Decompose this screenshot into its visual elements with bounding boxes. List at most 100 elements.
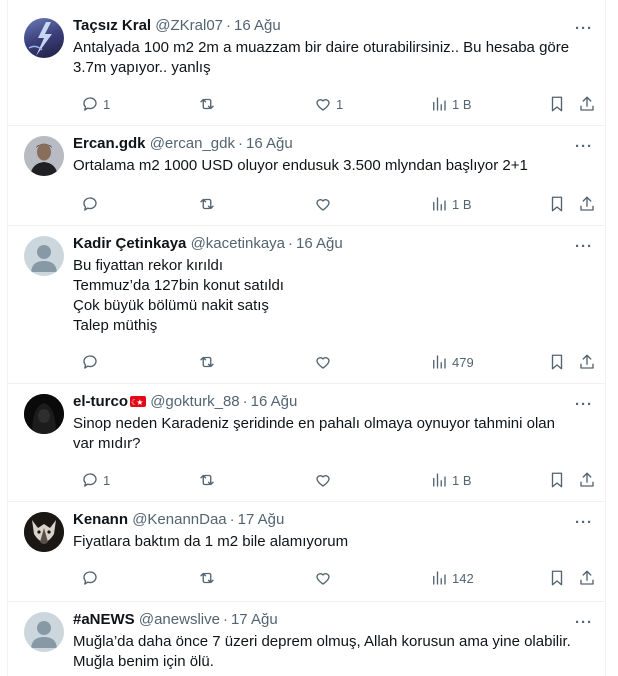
like-button[interactable] (314, 470, 336, 490)
views-button[interactable]: 1 B (430, 94, 472, 114)
author-name[interactable]: Kadir Çetinkaya (73, 235, 186, 252)
repost-icon (200, 474, 214, 486)
tweet-date[interactable]: 16 Ağu (246, 135, 293, 152)
tweet-text: Muğla’da daha önce 7 üzeri deprem olmuş,… (73, 632, 598, 672)
reply-button[interactable] (81, 568, 103, 588)
reply-button[interactable] (81, 194, 103, 214)
tweet-text-line: Muğla benim için ölü. (73, 653, 214, 670)
reply-count: 1 (103, 472, 111, 488)
default-avatar-image (31, 621, 57, 648)
like-count: 1 (336, 96, 344, 112)
like-button[interactable] (314, 568, 336, 588)
tweet-date[interactable]: 17 Ağu (238, 511, 285, 528)
like-button[interactable] (314, 194, 336, 214)
repost-button[interactable] (198, 194, 216, 214)
author-name[interactable]: Ercan.gdk (73, 135, 146, 152)
like-button[interactable] (314, 352, 336, 372)
more-options-icon[interactable]: ··· (575, 396, 593, 413)
author-handle[interactable]: @KenannDaa (132, 511, 226, 528)
bookmark-button[interactable] (548, 470, 566, 490)
repost-button[interactable] (198, 94, 216, 114)
share-button[interactable] (578, 470, 596, 490)
bookmark-icon (551, 570, 563, 586)
bookmark-button[interactable] (548, 352, 566, 372)
author-handle[interactable]: @gokturk_88 (150, 393, 239, 410)
timeline-column: Taçsız Kral @ZKral07 · 16 Ağu Antalyada 10… (7, 0, 606, 676)
avatar[interactable] (24, 512, 64, 552)
author-handle[interactable]: @ZKral07 (155, 17, 223, 34)
author-name[interactable]: Taçsız Kral (73, 17, 151, 34)
reply-icon (83, 197, 97, 211)
bookmark-button[interactable] (548, 568, 566, 588)
tweet-text: Sinop neden Karadeniz şeridinde en pahal… (73, 414, 598, 454)
like-button[interactable]: 1 (314, 94, 343, 114)
tweet[interactable]: Taçsız Kral @ZKral07 · 16 Ağu Antalyada 10… (8, 8, 605, 126)
reply-button[interactable] (81, 352, 103, 372)
tweet[interactable]: Kadir Çetinkaya @kacetinkaya · 16 Ağu Bu f… (8, 226, 605, 384)
views-button[interactable]: 142 (430, 568, 474, 588)
heart-icon (316, 573, 330, 585)
share-icon (580, 472, 594, 487)
view-count: 479 (452, 354, 474, 370)
tweet-date[interactable]: 17 Ağu (231, 611, 278, 628)
reply-button[interactable]: 1 (81, 470, 110, 490)
repost-button[interactable] (198, 470, 216, 490)
heart-icon (316, 357, 330, 369)
author-name[interactable]: Kenann (73, 511, 128, 528)
reply-icon (83, 97, 97, 111)
share-button[interactable] (578, 94, 596, 114)
tweet-text-line: Bu fiyattan rekor kırıldı (73, 257, 224, 274)
turkey-flag-icon (130, 393, 147, 413)
share-button[interactable] (578, 194, 596, 214)
view-count: 1 B (452, 196, 472, 212)
share-button[interactable] (578, 352, 596, 372)
avatar[interactable] (24, 18, 64, 58)
more-options-icon[interactable]: ··· (575, 614, 593, 631)
avatar[interactable] (24, 612, 64, 652)
tweet-text-line: Ortalama m2 1000 USD oluyor endusuk 3.50… (73, 157, 528, 174)
more-options-icon[interactable]: ··· (575, 238, 593, 255)
bookmark-icon (551, 354, 563, 370)
share-icon (580, 196, 594, 211)
bookmark-button[interactable] (548, 94, 566, 114)
reply-button[interactable]: 1 (81, 94, 110, 114)
author-handle[interactable]: @anewslive (139, 611, 220, 628)
views-button[interactable]: 479 (430, 352, 474, 372)
author-name[interactable]: el-turco (73, 393, 128, 410)
default-avatar-image (31, 245, 57, 272)
tweet-date[interactable]: 16 Ağu (251, 393, 298, 410)
tweet[interactable]: Ercan.gdk @ercan_gdk · 16 Ağu Ortalama m2 … (8, 126, 605, 226)
tweet[interactable]: Kenann @KenannDaa · 17 Ağu Fiyatlara baktı… (8, 502, 605, 602)
separator-dot: · (237, 135, 243, 152)
separator-dot: · (242, 393, 248, 410)
tweet-text-line: Sinop neden Karadeniz şeridinde en pahal… (73, 415, 555, 432)
view-count: 1 B (452, 96, 472, 112)
bookmark-button[interactable] (548, 194, 566, 214)
repost-icon (200, 356, 214, 368)
views-button[interactable]: 1 B (430, 194, 472, 214)
more-options-icon[interactable]: ··· (575, 138, 593, 155)
tweet[interactable]: #aNEWS @anewslive · 17 Ağu Muğla’da daha ö… (8, 602, 605, 676)
author-handle[interactable]: @ercan_gdk (150, 135, 235, 152)
more-options-icon[interactable]: ··· (575, 514, 593, 531)
avatar[interactable] (24, 136, 64, 176)
author-handle[interactable]: @kacetinkaya (191, 235, 285, 252)
avatar[interactable] (24, 236, 64, 276)
share-button[interactable] (578, 568, 596, 588)
views-icon (433, 473, 446, 487)
repost-icon (200, 198, 214, 210)
more-options-icon[interactable]: ··· (575, 20, 593, 37)
author-name[interactable]: #aNEWS (73, 611, 135, 628)
tweet-text: Ortalama m2 1000 USD oluyor endusuk 3.50… (73, 156, 598, 176)
bookmark-icon (551, 196, 563, 212)
views-button[interactable]: 1 B (430, 470, 472, 490)
tweet-text-line: var mıdır? (73, 435, 141, 452)
tweet-text-line: Fiyatlara baktım da 1 m2 bile alamıyorum (73, 533, 349, 550)
avatar[interactable] (24, 394, 64, 434)
tweet-date[interactable]: 16 Ağu (234, 17, 281, 34)
repost-button[interactable] (198, 568, 216, 588)
heart-icon (316, 199, 330, 211)
repost-button[interactable] (198, 352, 216, 372)
tweet-date[interactable]: 16 Ağu (296, 235, 343, 252)
tweet[interactable]: el-turco @gokturk_88·16 Ağu Sinop neden … (8, 384, 605, 502)
